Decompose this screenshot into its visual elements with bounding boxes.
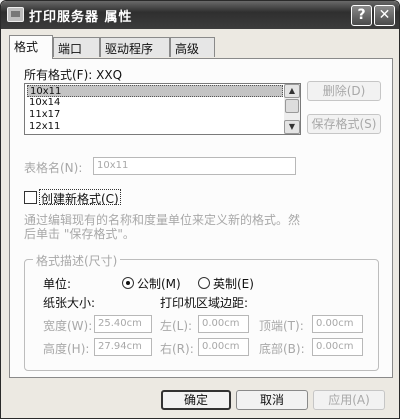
forms-panel: 所有格式(F): XXQ 10x11 10x14 11x17 12x11 ▲ ▼… <box>9 58 393 378</box>
create-new-checkbox[interactable] <box>24 191 37 204</box>
right-margin-label: 右(R): <box>160 342 194 356</box>
form-name-label: 表格名(N): <box>24 161 83 175</box>
printer-icon <box>7 7 24 22</box>
all-forms-label: 所有格式(F): XXQ <box>24 68 123 82</box>
close-button[interactable]: ✕ <box>374 5 395 26</box>
description-line-2: 后单击 "保存格式"。 <box>24 227 135 241</box>
list-scrollbar[interactable]: ▲ ▼ <box>284 84 300 134</box>
properties-dialog: 打印服务器 属性 ? ✕ 格式 端口 驱动程序 高级 所有格式(F): XXQ … <box>0 0 400 419</box>
create-new-label[interactable]: 创建新格式(C) <box>41 190 119 207</box>
bottom-margin-label: 底部(B): <box>259 342 305 356</box>
form-name-field[interactable]: 10x11 <box>93 157 296 175</box>
width-label: 宽度(W): <box>43 319 93 333</box>
help-button[interactable]: ? <box>351 5 372 26</box>
top-margin-field[interactable]: 0.00cm <box>312 315 363 333</box>
tab-advanced[interactable]: 高级 <box>170 37 215 57</box>
unit-label: 单位: <box>43 277 72 291</box>
paper-size-label: 纸张大小: <box>43 296 96 310</box>
forms-list[interactable]: 10x11 10x14 11x17 12x11 ▲ ▼ <box>24 83 301 135</box>
scroll-thumb[interactable] <box>285 99 299 113</box>
format-description-group: 格式描述(尺寸) 单位: 公制(M) 英制(E) 纸张大小: 打印机区域边距: … <box>24 252 379 371</box>
group-title: 格式描述(尺寸) <box>33 252 121 269</box>
left-margin-field[interactable]: 0.00cm <box>198 315 249 333</box>
english-radio[interactable] <box>198 277 210 289</box>
tab-forms[interactable]: 格式 <box>9 35 53 59</box>
scroll-down-icon[interactable]: ▼ <box>284 120 300 134</box>
title-bar[interactable]: 打印服务器 属性 ? ✕ <box>1 1 399 29</box>
height-label: 高度(H): <box>43 342 90 356</box>
top-margin-label: 顶端(T): <box>259 319 304 333</box>
tab-ports[interactable]: 端口 <box>53 37 100 57</box>
width-field[interactable]: 25.40cm <box>94 315 152 333</box>
list-item[interactable]: 12x11 <box>27 121 283 133</box>
scroll-up-icon[interactable]: ▲ <box>284 84 300 98</box>
list-item[interactable]: 10x11 <box>27 85 283 97</box>
left-margin-label: 左(L): <box>160 319 193 333</box>
metric-radio[interactable] <box>122 277 134 289</box>
list-item[interactable]: 10x14 <box>27 97 283 109</box>
margin-label: 打印机区域边距: <box>160 296 249 310</box>
save-form-button[interactable]: 保存格式(S) <box>307 114 381 134</box>
bottom-margin-field[interactable]: 0.00cm <box>312 338 363 356</box>
height-field[interactable]: 27.94cm <box>94 338 152 356</box>
window-title: 打印服务器 属性 <box>29 10 133 25</box>
english-label[interactable]: 英制(E) <box>213 275 254 292</box>
right-margin-field[interactable]: 0.00cm <box>198 338 249 356</box>
cancel-button[interactable]: 取消 <box>236 390 308 410</box>
apply-button[interactable]: 应用(A) <box>313 390 385 410</box>
tab-drivers[interactable]: 驱动程序 <box>100 37 170 57</box>
metric-label[interactable]: 公制(M) <box>137 275 181 292</box>
ok-button[interactable]: 确定 <box>161 390 231 410</box>
list-item[interactable]: 11x17 <box>27 109 283 121</box>
delete-button[interactable]: 删除(D) <box>307 81 381 101</box>
